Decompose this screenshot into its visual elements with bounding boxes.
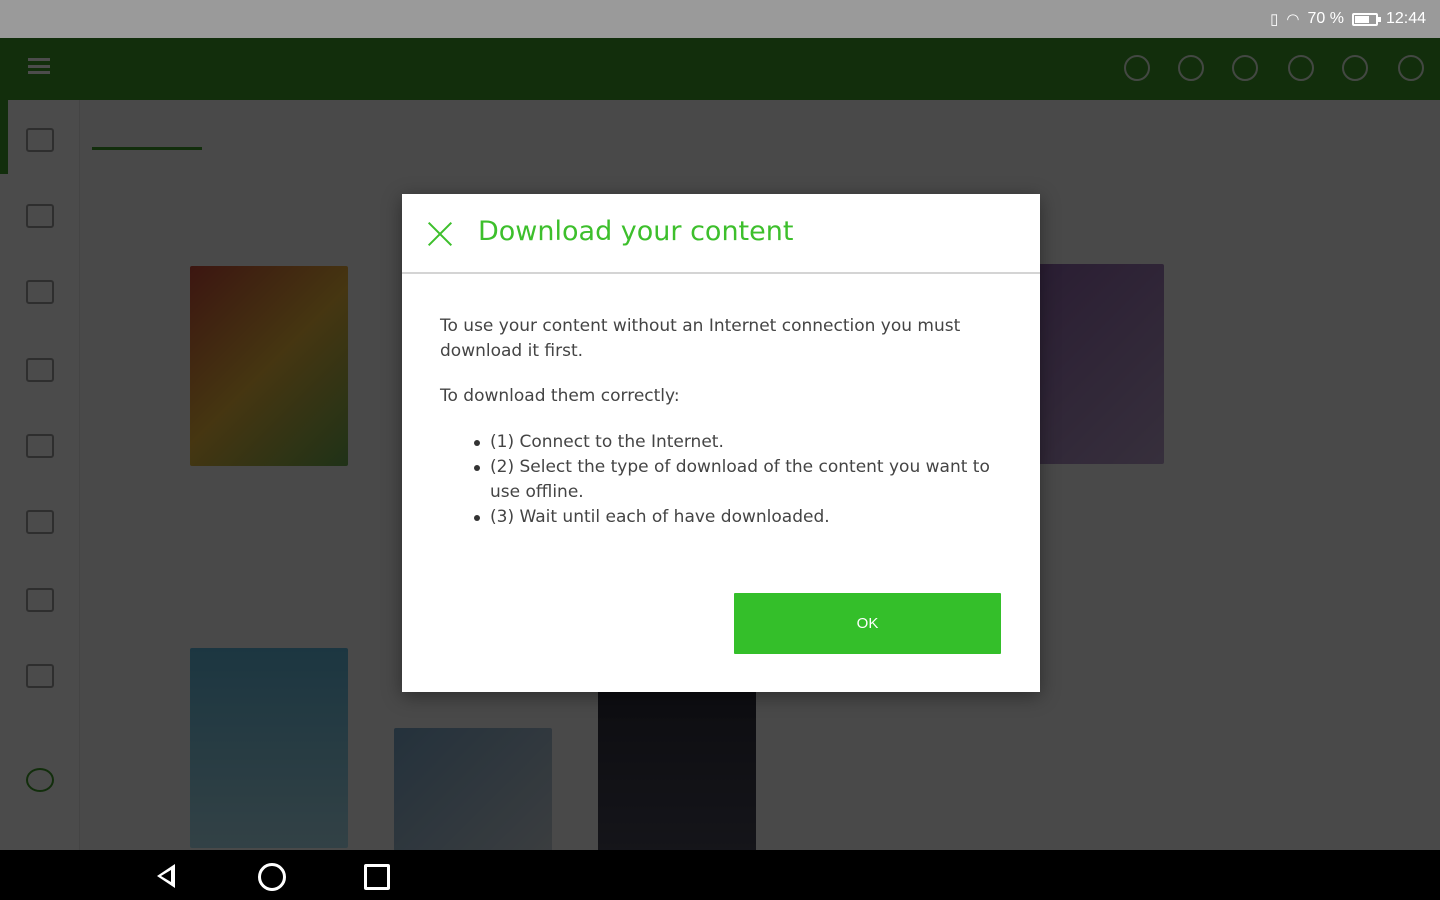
back-icon[interactable] bbox=[151, 861, 181, 891]
list-item: (3) Wait until each of have downloaded. bbox=[474, 505, 1000, 530]
wifi-icon: ◠ bbox=[1286, 11, 1300, 28]
recents-icon[interactable] bbox=[362, 861, 392, 891]
dialog-title: Download your content bbox=[478, 216, 794, 247]
steps-heading: To download them correctly: bbox=[440, 386, 680, 406]
ok-button[interactable]: OK bbox=[734, 593, 1001, 654]
list-item: (1) Connect to the Internet. bbox=[474, 430, 1000, 455]
status-bar: ▯ ◠ 70 % 12:44 bbox=[0, 0, 1440, 38]
system-nav-bar bbox=[0, 850, 1440, 900]
battery-icon bbox=[1351, 12, 1381, 26]
home-icon[interactable] bbox=[256, 861, 286, 891]
steps-list: (1) Connect to the Internet. (2) Select … bbox=[440, 430, 1000, 530]
clock: 12:44 bbox=[1385, 10, 1426, 27]
battery-level: 70 % bbox=[1307, 10, 1344, 27]
list-item: (2) Select the type of download of the c… bbox=[474, 455, 1000, 505]
dialog-header: Download your content bbox=[402, 194, 1040, 274]
close-icon[interactable] bbox=[426, 220, 454, 248]
vibrate-icon: ▯ bbox=[1270, 11, 1279, 28]
dialog-intro: To use your content without an Internet … bbox=[440, 316, 961, 361]
dialog-body: To use your content without an Internet … bbox=[440, 314, 1000, 530]
download-dialog: Download your content To use your conten… bbox=[402, 194, 1040, 692]
